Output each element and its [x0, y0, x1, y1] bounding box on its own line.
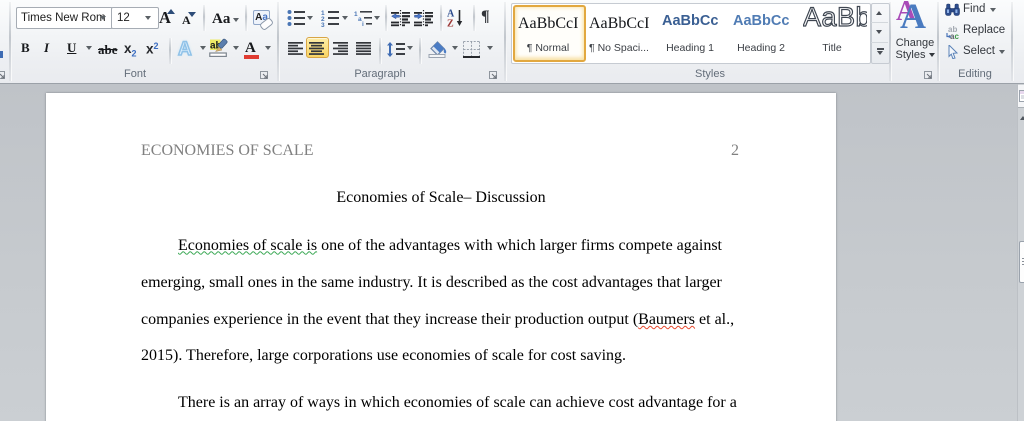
svg-text:3: 3 [321, 22, 325, 27]
svg-text:Z: Z [447, 19, 454, 28]
svg-text:i: i [362, 21, 364, 27]
svg-text:c: c [955, 32, 960, 39]
